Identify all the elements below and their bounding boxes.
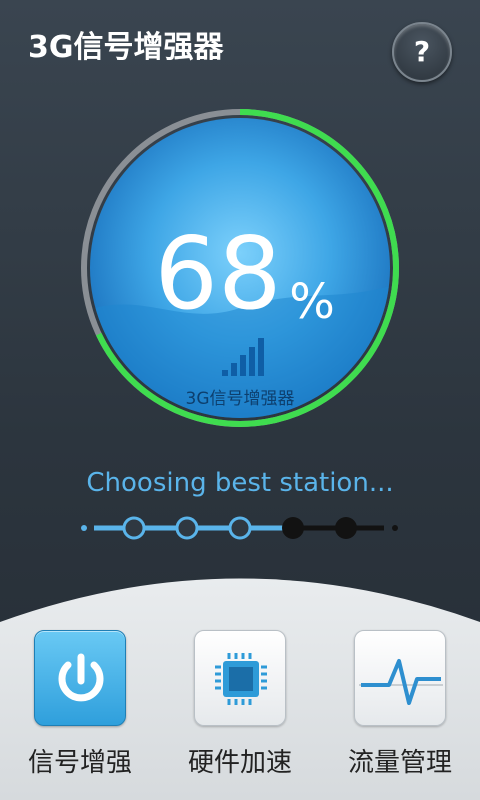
progress-step bbox=[175, 516, 199, 540]
percent-value: 68 bbox=[154, 215, 281, 332]
feature-label: 硬件加速 bbox=[187, 748, 292, 778]
feature-tile[interactable] bbox=[194, 630, 286, 726]
feature-tile[interactable] bbox=[354, 630, 446, 726]
station-progress bbox=[81, 516, 398, 540]
percent-sign: % bbox=[289, 274, 335, 330]
signal-gauge: 68 % 3G信号增强器 bbox=[81, 109, 399, 427]
pulse-icon bbox=[359, 659, 443, 705]
help-button[interactable]: ? bbox=[392, 22, 452, 82]
progress-step bbox=[228, 516, 252, 540]
app-title: 3G信号增强器 bbox=[28, 30, 224, 65]
status-text: Choosing best station... bbox=[86, 468, 394, 498]
feature-label: 流量管理 bbox=[347, 748, 452, 778]
feature-tile[interactable] bbox=[34, 630, 126, 726]
power-icon bbox=[58, 653, 104, 702]
progress-step bbox=[335, 517, 357, 539]
progress-step bbox=[122, 516, 146, 540]
app-header: 3G信号增强器 ? bbox=[0, 0, 480, 90]
gauge-caption: 3G信号增强器 bbox=[186, 389, 295, 409]
progress-step bbox=[282, 517, 304, 539]
chip-icon bbox=[215, 653, 267, 705]
feature-traffic-manage[interactable]: 流量管理 bbox=[340, 630, 460, 779]
progress-end-dot bbox=[392, 525, 398, 531]
feature-signal-boost[interactable]: 信号增强 bbox=[20, 630, 140, 779]
feature-label: 信号增强 bbox=[27, 748, 132, 778]
progress-start-dot bbox=[81, 525, 87, 531]
feature-hardware-accel[interactable]: 硬件加速 bbox=[180, 630, 300, 779]
